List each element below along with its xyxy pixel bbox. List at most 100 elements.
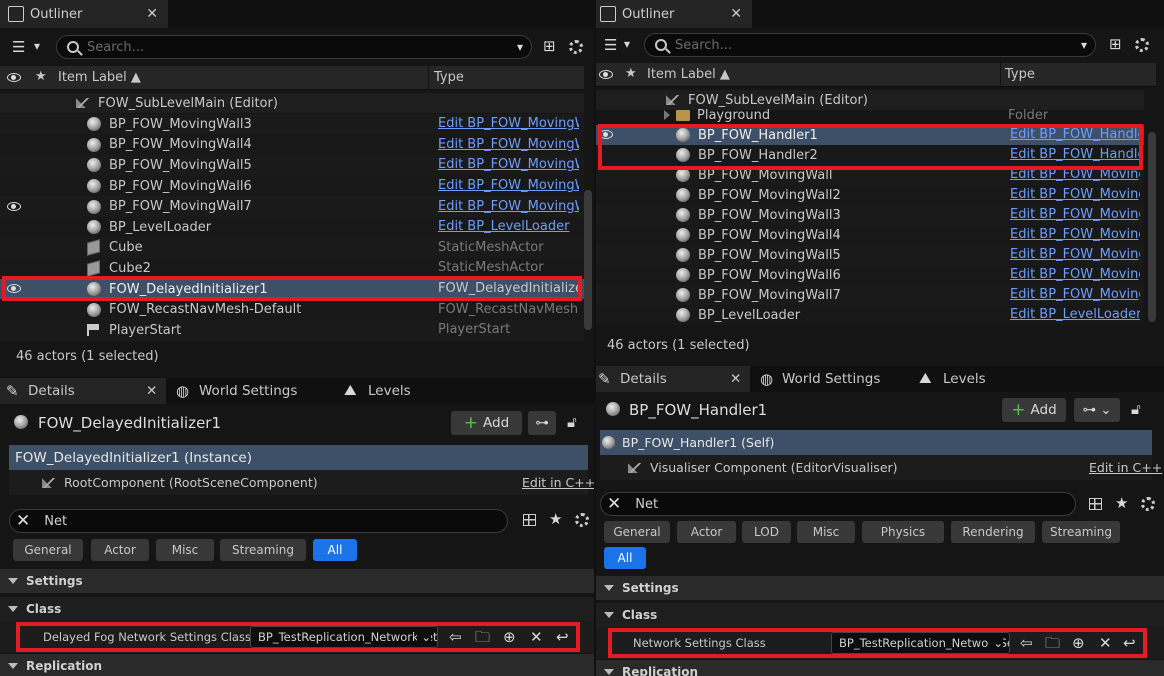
filter-actor[interactable]: Actor <box>91 539 149 561</box>
gear-icon[interactable] <box>575 513 589 527</box>
add-component-button[interactable]: + Add <box>1002 398 1066 422</box>
outliner-row[interactable]: BP_FOW_MovingWall7 Edit BP_FOW_MovingWall… <box>0 196 584 217</box>
outliner-row[interactable]: BP_LevelLoader Edit BP_LevelLoader <box>596 305 1144 325</box>
outliner-tab[interactable]: Outliner ✕ <box>0 0 168 28</box>
outliner-row[interactable]: BP_FOW_MovingWall5 Edit BP_FOW_MovingWall… <box>0 155 584 176</box>
outliner-row[interactable]: FOW_DelayedInitializer1 FOW_DelayedInitia… <box>0 278 584 300</box>
root-component-row[interactable]: RootComponent (RootSceneComponent) Edit … <box>9 470 594 495</box>
outliner-row[interactable]: BP_FOW_MovingWall6 Edit BP_FOW_MovingWall… <box>596 265 1144 285</box>
filter-actor[interactable]: Actor <box>677 521 736 543</box>
filter-streaming[interactable]: Streaming <box>1042 521 1120 543</box>
edit-blueprint-link[interactable]: Edit BP_LevelLoader <box>1010 307 1140 322</box>
outliner-row[interactable]: BP_FOW_MovingWall3 Edit BP_FOW_MovingWall… <box>0 114 584 135</box>
grid-icon[interactable] <box>1089 498 1102 510</box>
class-picker[interactable]: BP_TestReplication_NetworkSettings ⌄ <box>831 632 1010 654</box>
browse-icon[interactable]: 🗀︎ <box>1045 635 1060 651</box>
edit-blueprint-link[interactable]: Edit BP_FOW_MovingWall4 <box>438 137 579 152</box>
star-icon[interactable]: ★ <box>549 511 562 527</box>
close-icon[interactable]: ✕ <box>146 6 158 22</box>
edit-blueprint-link[interactable]: Edit BP_FOW_MovingWall6 <box>438 178 579 193</box>
pin-icon[interactable]: ★ <box>625 66 637 81</box>
outliner-row[interactable]: BP_FOW_MovingWall7 Edit BP_FOW_MovingWall… <box>596 285 1144 305</box>
clear-icon[interactable]: ✕ <box>16 511 30 531</box>
details-search-input[interactable]: Net <box>44 514 67 529</box>
clear-icon[interactable]: ✕ <box>1099 635 1112 651</box>
blueprint-button[interactable]: ⊶ <box>528 411 556 435</box>
details-search[interactable]: ✕ Net <box>9 509 508 533</box>
filter-lod[interactable]: LOD <box>742 521 791 543</box>
replication-section[interactable]: Replication <box>0 654 594 676</box>
replication-section[interactable]: Replication <box>596 660 1164 676</box>
filter-rendering[interactable]: Rendering <box>951 521 1035 543</box>
edit-blueprint-link[interactable]: Edit BP_FOW_MovingWall7 <box>438 199 579 214</box>
create-new-icon[interactable]: ⊕ <box>503 629 516 645</box>
edit-blueprint-link[interactable]: Edit BP_FOW_MovingWall5 <box>1010 247 1140 262</box>
filter-all[interactable]: All <box>313 539 357 561</box>
edit-blueprint-link[interactable]: Edit BP_FOW_Handler <box>1010 147 1140 162</box>
outliner-scrollbar[interactable] <box>1148 132 1156 322</box>
outliner-row[interactable]: BP_FOW_MovingWall2 Edit BP_FOW_MovingWall… <box>596 185 1144 205</box>
visibility-icon[interactable] <box>599 70 613 79</box>
settings-section[interactable]: Settings <box>596 576 1164 600</box>
item-label-column[interactable]: Item Label ▲ <box>647 67 730 82</box>
clear-icon[interactable]: ✕ <box>607 494 621 514</box>
filter-physics[interactable]: Physics <box>862 521 944 543</box>
class-section[interactable]: Class <box>0 597 594 621</box>
outliner-row[interactable]: BP_FOW_MovingWall5 Edit BP_FOW_MovingWall… <box>596 245 1144 265</box>
gear-icon[interactable] <box>1135 38 1149 52</box>
outliner-row[interactable]: BP_FOW_Handler1 Edit BP_FOW_Handler <box>596 125 1144 145</box>
outliner-row[interactable]: BP_FOW_MovingWall6 Edit BP_FOW_MovingWall… <box>0 175 584 197</box>
edit-blueprint-link[interactable]: Edit BP_FOW_MovingWall4 <box>1010 227 1140 242</box>
outliner-row[interactable]: BP_LevelLoader Edit BP_LevelLoader <box>0 217 584 238</box>
search-input[interactable]: Search... <box>87 40 144 55</box>
star-icon[interactable]: ★ <box>1115 495 1128 511</box>
filter-misc[interactable]: Misc <box>156 539 214 561</box>
class-section[interactable]: Class <box>596 603 1164 627</box>
outliner-row[interactable]: BP_FOW_Handler2 Edit BP_FOW_Handler <box>596 145 1144 165</box>
outliner-row[interactable]: Cube2 StaticMeshActor <box>0 258 584 279</box>
filter-icon[interactable]: ☰ <box>12 39 25 55</box>
blueprint-button[interactable]: ⊶ ⌄ <box>1074 398 1120 422</box>
visibility-icon[interactable] <box>7 73 21 82</box>
filter-general[interactable]: General <box>13 539 83 561</box>
add-folder-icon[interactable]: ⊞ <box>1109 36 1122 52</box>
reset-icon[interactable]: ↩ <box>1123 635 1136 651</box>
visibility-icon[interactable] <box>599 130 613 139</box>
use-selected-icon[interactable]: ⇦ <box>1020 635 1033 651</box>
outliner-row[interactable]: BP_FOW_MovingWall4 Edit BP_FOW_MovingWall… <box>0 134 584 156</box>
outliner-row[interactable]: BP_FOW_MovingWall Edit BP_FOW_MovingWall <box>596 165 1144 185</box>
visibility-icon[interactable] <box>7 201 21 211</box>
gear-icon[interactable] <box>569 40 583 54</box>
edit-blueprint-link[interactable]: Edit BP_FOW_MovingWall3 <box>1010 207 1140 222</box>
details-tab[interactable]: ✎ Details ✕ <box>0 378 166 404</box>
self-row[interactable]: BP_FOW_Handler1 (Self) <box>600 430 1152 455</box>
edit-blueprint-link[interactable]: Edit BP_FOW_MovingWall <box>1010 167 1140 182</box>
outliner-row[interactable]: Cube StaticMeshActor <box>0 237 584 259</box>
close-icon[interactable]: ✕ <box>730 6 742 22</box>
filter-streaming[interactable]: Streaming <box>220 539 306 561</box>
outliner-row[interactable]: PlayerStart PlayerStart <box>0 320 584 341</box>
lock-icon[interactable]: 🔓︎ <box>567 414 577 430</box>
gear-icon[interactable] <box>1141 497 1155 511</box>
outliner-scrollbar[interactable] <box>584 190 592 330</box>
filter-general[interactable]: General <box>604 521 670 543</box>
details-search[interactable]: ✕ Net <box>600 492 1076 516</box>
class-picker[interactable]: BP_TestReplication_NetworkSettings ⌄ <box>250 626 438 648</box>
instance-row[interactable]: FOW_DelayedInitializer1 (Instance) <box>9 445 588 470</box>
outliner-search[interactable]: Search... ▾ <box>56 35 532 59</box>
world-settings-tab[interactable]: ◍ World Settings <box>176 378 326 404</box>
details-search-input[interactable]: Net <box>635 497 658 512</box>
outliner-search[interactable]: Search... ▾ <box>644 33 1096 57</box>
type-column[interactable]: Type <box>434 70 464 85</box>
filter-misc[interactable]: Misc <box>797 521 855 543</box>
level-row[interactable]: FOW_SubLevelMain (Editor) <box>0 93 584 113</box>
settings-section[interactable]: Settings <box>0 569 594 593</box>
visibility-icon[interactable] <box>7 284 21 294</box>
chevron-down-icon[interactable]: ▾ <box>1081 38 1087 52</box>
item-label-column[interactable]: Item Label ▲ <box>58 70 141 85</box>
type-column[interactable]: Type <box>1005 67 1035 82</box>
outliner-row[interactable]: FOW_RecastNavMesh-Default FOW_RecastNavMe… <box>0 299 584 320</box>
visualiser-component-row[interactable]: Visualiser Component (EditorVisualiser) … <box>600 455 1162 480</box>
edit-cpp-link[interactable]: Edit in C++ <box>522 475 594 490</box>
chevron-down-icon[interactable]: ▾ <box>517 40 523 54</box>
